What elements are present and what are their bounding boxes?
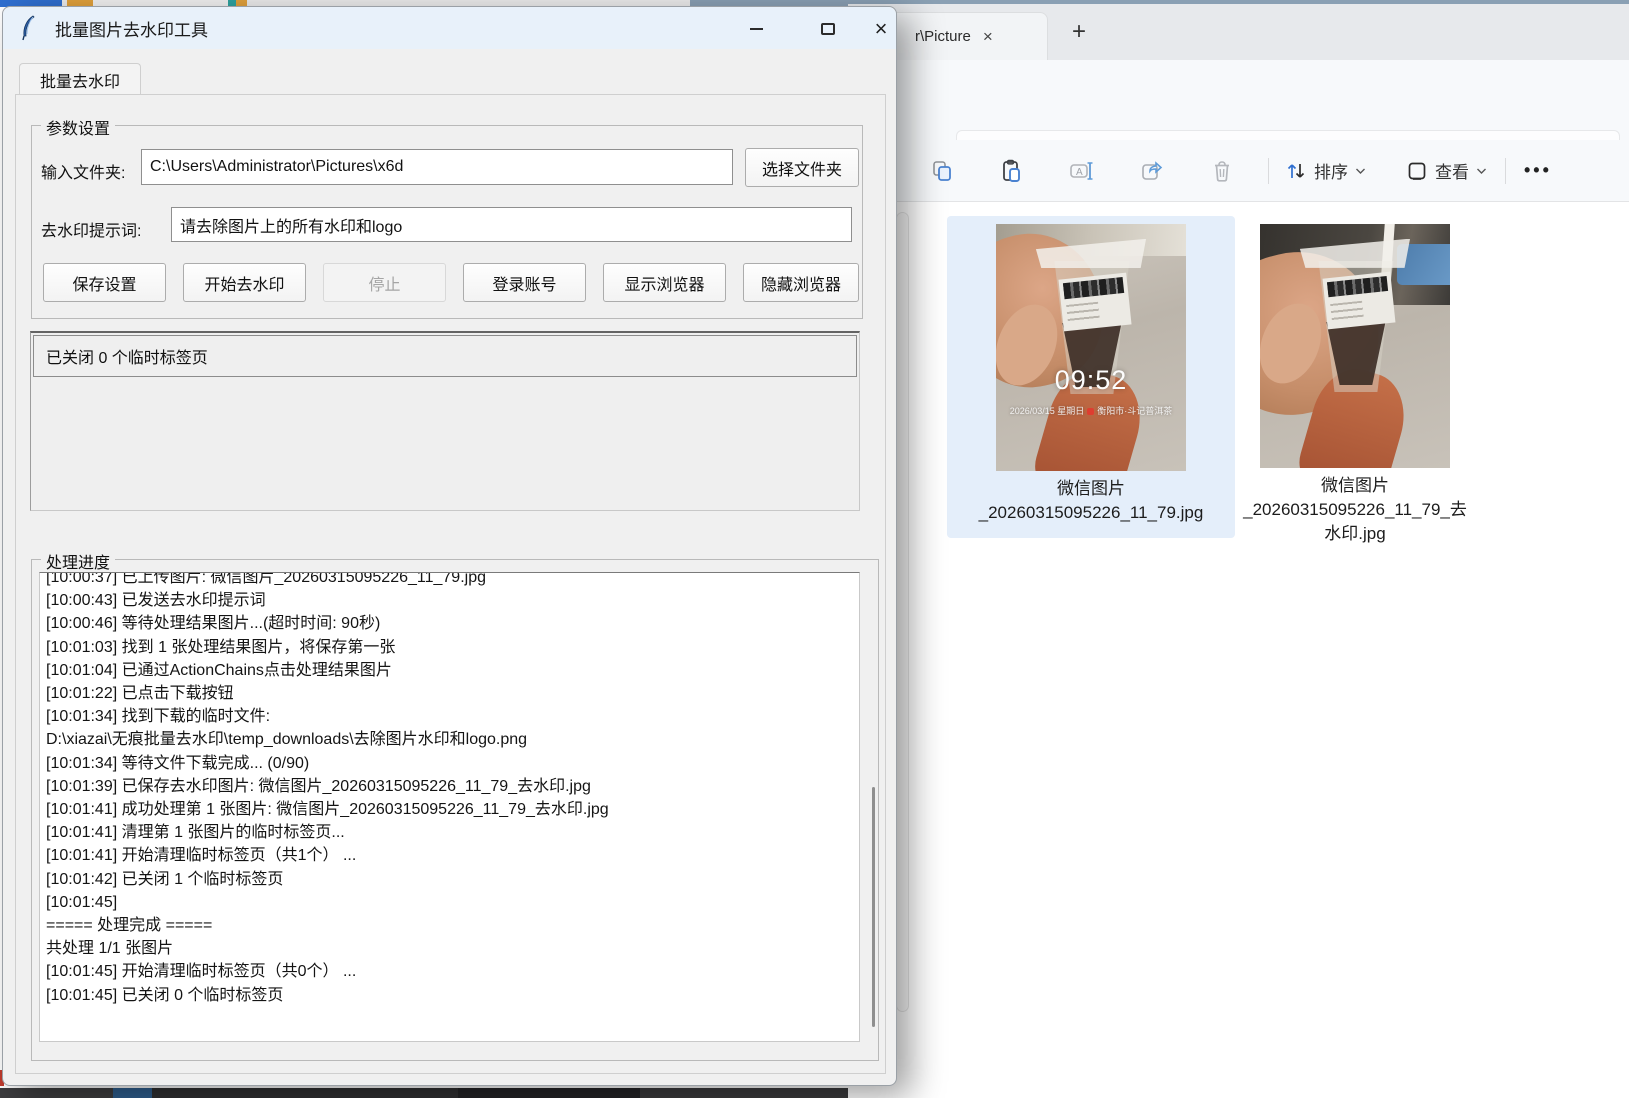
tab-batch-watermark[interactable]: 批量去水印 — [19, 63, 141, 95]
chevron-down-icon — [1476, 167, 1487, 175]
explorer-toolbar: A 排序 查看 ••• — [848, 140, 1629, 202]
explorer-tab-title: r\Picture — [915, 28, 971, 45]
toolbar-divider — [1268, 158, 1269, 184]
log-line: [10:01:41] 成功处理第 1 张图片: 微信图片_20260315095… — [46, 798, 853, 821]
share-icon[interactable] — [1130, 151, 1174, 191]
status-item[interactable]: 已关闭 0 个临时标签页 — [33, 335, 857, 377]
log-line: [10:00:43] 已发送去水印提示词 — [46, 589, 853, 612]
photo-watermark-time: 09:52 — [996, 365, 1186, 396]
paste-icon[interactable] — [990, 151, 1034, 191]
explorer-tab-bar: r\Picture × + — [848, 4, 1629, 60]
app-window: 批量图片去水印工具 × 批量去水印 参数设置 输入文件夹: 选择文件夹 去水印提… — [2, 6, 897, 1086]
explorer-window: r\Picture × + ↻ 图片 x6d A — [848, 4, 1629, 1098]
save-settings-button[interactable]: 保存设置 — [43, 263, 166, 302]
chevron-down-icon — [1355, 167, 1366, 175]
sort-button[interactable]: 排序 — [1285, 158, 1366, 183]
log-output[interactable]: [10:00:37] 已上传图片: 微信图片_20260315095226_11… — [39, 572, 860, 1042]
maximize-button[interactable] — [811, 12, 845, 46]
file-thumbnail — [1260, 224, 1450, 468]
desktop-sliver-bottom-blue — [113, 1088, 152, 1098]
log-line: [10:01:04] 已通过ActionChains点击处理结果图片 — [46, 659, 853, 682]
login-account-button[interactable]: 登录账号 — [463, 263, 586, 302]
log-line: [10:01:34] 等待文件下载完成... (0/90) — [46, 752, 853, 775]
input-folder-label: 输入文件夹: — [41, 159, 125, 183]
log-line: [10:01:03] 找到 1 张处理结果图片，将保存第一张 — [46, 636, 853, 659]
input-folder-field[interactable] — [141, 149, 733, 185]
photo-watermark-date: 2026/03/15 星期日衡阳市·斗记普洱茶 — [996, 404, 1186, 417]
close-button[interactable]: × — [864, 12, 898, 46]
log-line: ===== 处理完成 ===== — [46, 914, 853, 937]
tab-close-icon[interactable]: × — [983, 28, 993, 45]
delete-icon[interactable] — [1200, 151, 1244, 191]
file-thumbnail: 09:52 2026/03/15 星期日衡阳市·斗记普洱茶 — [996, 224, 1186, 471]
choose-folder-button[interactable]: 选择文件夹 — [745, 148, 859, 187]
log-content: [10:00:37] 已上传图片: 微信图片_20260315095226_11… — [46, 572, 853, 1007]
log-line: [10:01:39] 已保存去水印图片: 微信图片_20260315095226… — [46, 775, 853, 798]
start-removal-button[interactable]: 开始去水印 — [183, 263, 306, 302]
file-item[interactable]: 微信图片 _20260315095226_11_79_去 水印.jpg — [1210, 216, 1500, 546]
progress-group-label: 处理进度 — [41, 549, 115, 573]
photo-cup-label — [1058, 272, 1131, 331]
hide-browser-button[interactable]: 隐藏浏览器 — [743, 263, 859, 302]
log-line: [10:01:45] — [46, 891, 853, 914]
view-button[interactable]: 查看 — [1406, 158, 1487, 183]
log-line: D:\xiazai\无痕批量去水印\temp_downloads\去除图片水印和… — [46, 728, 853, 751]
stop-button[interactable]: 停止 — [323, 263, 446, 302]
log-line: [10:00:46] 等待处理结果图片...(超时时间: 90秒) — [46, 612, 853, 635]
params-group-label: 参数设置 — [41, 115, 115, 139]
desktop-sliver-bottom-3 — [458, 1088, 640, 1098]
feather-app-icon — [19, 15, 39, 41]
photo-cup-label — [1322, 272, 1395, 330]
minimize-button[interactable] — [739, 12, 773, 46]
desktop-sliver-bottom-1 — [0, 1088, 113, 1098]
prompt-label: 去水印提示词: — [41, 217, 141, 241]
log-line: [10:01:42] 已关闭 1 个临时标签页 — [46, 868, 853, 891]
prompt-field[interactable] — [171, 207, 852, 242]
log-line: [10:00:37] 已上传图片: 微信图片_20260315095226_11… — [46, 572, 853, 589]
status-listbox[interactable]: 已关闭 0 个临时标签页 — [30, 331, 860, 511]
more-options-icon[interactable]: ••• — [1524, 160, 1552, 181]
log-line: [10:01:45] 已关闭 0 个临时标签页 — [46, 984, 853, 1007]
svg-text:A: A — [1076, 167, 1083, 178]
log-line: [10:01:41] 清理第 1 张图片的临时标签页... — [46, 821, 853, 844]
view-label: 查看 — [1435, 158, 1469, 183]
red-dot-icon — [1087, 408, 1094, 415]
copy-icon[interactable] — [920, 151, 964, 191]
log-line: [10:01:41] 开始清理临时标签页（共1个） ... — [46, 844, 853, 867]
sort-icon — [1285, 160, 1307, 182]
view-icon — [1406, 160, 1428, 182]
file-name: 微信图片 _20260315095226_11_79_去 水印.jpg — [1243, 474, 1467, 546]
file-name: 微信图片 _20260315095226_11_79.jpg — [979, 477, 1204, 525]
rename-icon[interactable]: A — [1060, 151, 1104, 191]
desktop-sliver-bottom-2 — [152, 1088, 458, 1098]
explorer-address-row: ↻ 图片 x6d — [848, 60, 1629, 140]
new-tab-button[interactable]: + — [1072, 18, 1086, 46]
app-titlebar: 批量图片去水印工具 × — [3, 7, 896, 49]
app-title: 批量图片去水印工具 — [55, 16, 208, 41]
toolbar-divider — [1505, 158, 1506, 184]
log-scrollbar[interactable] — [872, 787, 875, 1027]
log-line: [10:01:34] 找到下载的临时文件: — [46, 705, 853, 728]
log-line: 共处理 1/1 张图片 — [46, 937, 853, 960]
explorer-file-area: 09:52 2026/03/15 星期日衡阳市·斗记普洱茶 微信图片 _2026… — [848, 202, 1629, 1098]
sort-label: 排序 — [1314, 158, 1348, 183]
file-item[interactable]: 09:52 2026/03/15 星期日衡阳市·斗记普洱茶 微信图片 _2026… — [947, 216, 1235, 538]
log-line: [10:01:22] 已点击下载按钮 — [46, 682, 853, 705]
show-browser-button[interactable]: 显示浏览器 — [603, 263, 726, 302]
log-line: [10:01:45] 开始清理临时标签页（共0个） ... — [46, 960, 853, 983]
nav-pane-edge — [896, 212, 909, 1012]
